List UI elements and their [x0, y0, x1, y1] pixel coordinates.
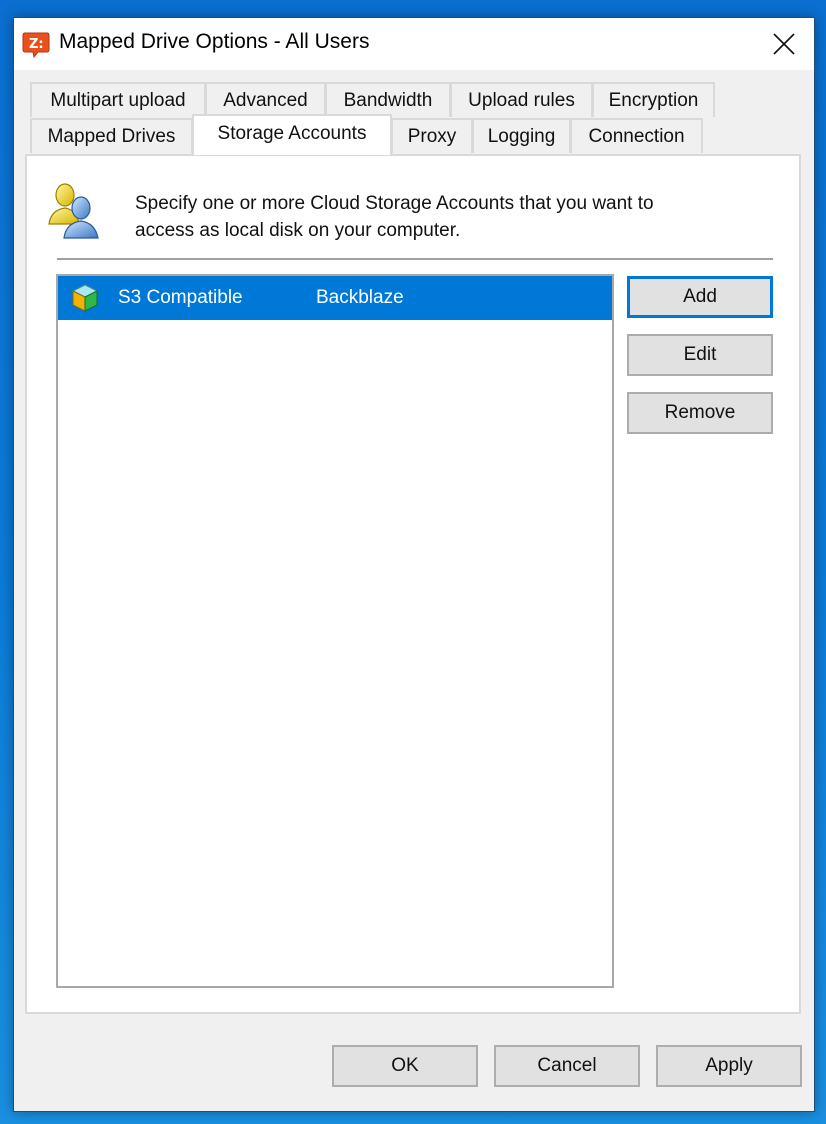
description-line-2: access as local disk on your computer.: [135, 220, 461, 241]
apply-button[interactable]: Apply: [656, 1045, 802, 1087]
users-icon: [48, 183, 99, 239]
tab-advanced[interactable]: Advanced: [205, 82, 326, 117]
cube-icon: [71, 284, 99, 312]
account-name: Backblaze: [316, 287, 404, 308]
close-icon: [773, 33, 795, 55]
zoolz-z-icon: Z:: [22, 32, 50, 58]
ok-button[interactable]: OK: [332, 1045, 478, 1087]
add-button[interactable]: Add: [627, 276, 773, 318]
window-title: Mapped Drive Options - All Users: [59, 30, 370, 53]
tab-connection[interactable]: Connection: [570, 118, 703, 153]
account-type: S3 Compatible: [118, 287, 243, 308]
title-bar: Z: Mapped Drive Options - All Users: [14, 18, 814, 70]
separator: [57, 258, 773, 260]
tab-mapped-drives[interactable]: Mapped Drives: [30, 118, 193, 153]
tab-logging[interactable]: Logging: [472, 118, 571, 153]
svg-text:Z:: Z:: [29, 37, 44, 52]
tab-multipart-upload[interactable]: Multipart upload: [30, 82, 206, 117]
close-button[interactable]: [754, 18, 814, 70]
cancel-button[interactable]: Cancel: [494, 1045, 640, 1087]
tab-storage-accounts[interactable]: Storage Accounts: [192, 114, 392, 155]
dialog-window: Z: Mapped Drive Options - All Users Mult…: [13, 17, 815, 1112]
tab-upload-rules[interactable]: Upload rules: [450, 82, 593, 117]
tab-encryption[interactable]: Encryption: [592, 82, 715, 117]
remove-button[interactable]: Remove: [627, 392, 773, 434]
edit-button[interactable]: Edit: [627, 334, 773, 376]
storage-accounts-panel: Specify one or more Cloud Storage Accoun…: [25, 154, 801, 1014]
tab-proxy[interactable]: Proxy: [391, 118, 473, 153]
tab-bandwidth[interactable]: Bandwidth: [325, 82, 451, 117]
description-line-1: Specify one or more Cloud Storage Accoun…: [135, 193, 654, 214]
storage-accounts-list[interactable]: S3 Compatible Backblaze: [56, 274, 614, 988]
list-item[interactable]: S3 Compatible Backblaze: [58, 276, 612, 320]
panel-description: Specify one or more Cloud Storage Accoun…: [135, 190, 654, 244]
